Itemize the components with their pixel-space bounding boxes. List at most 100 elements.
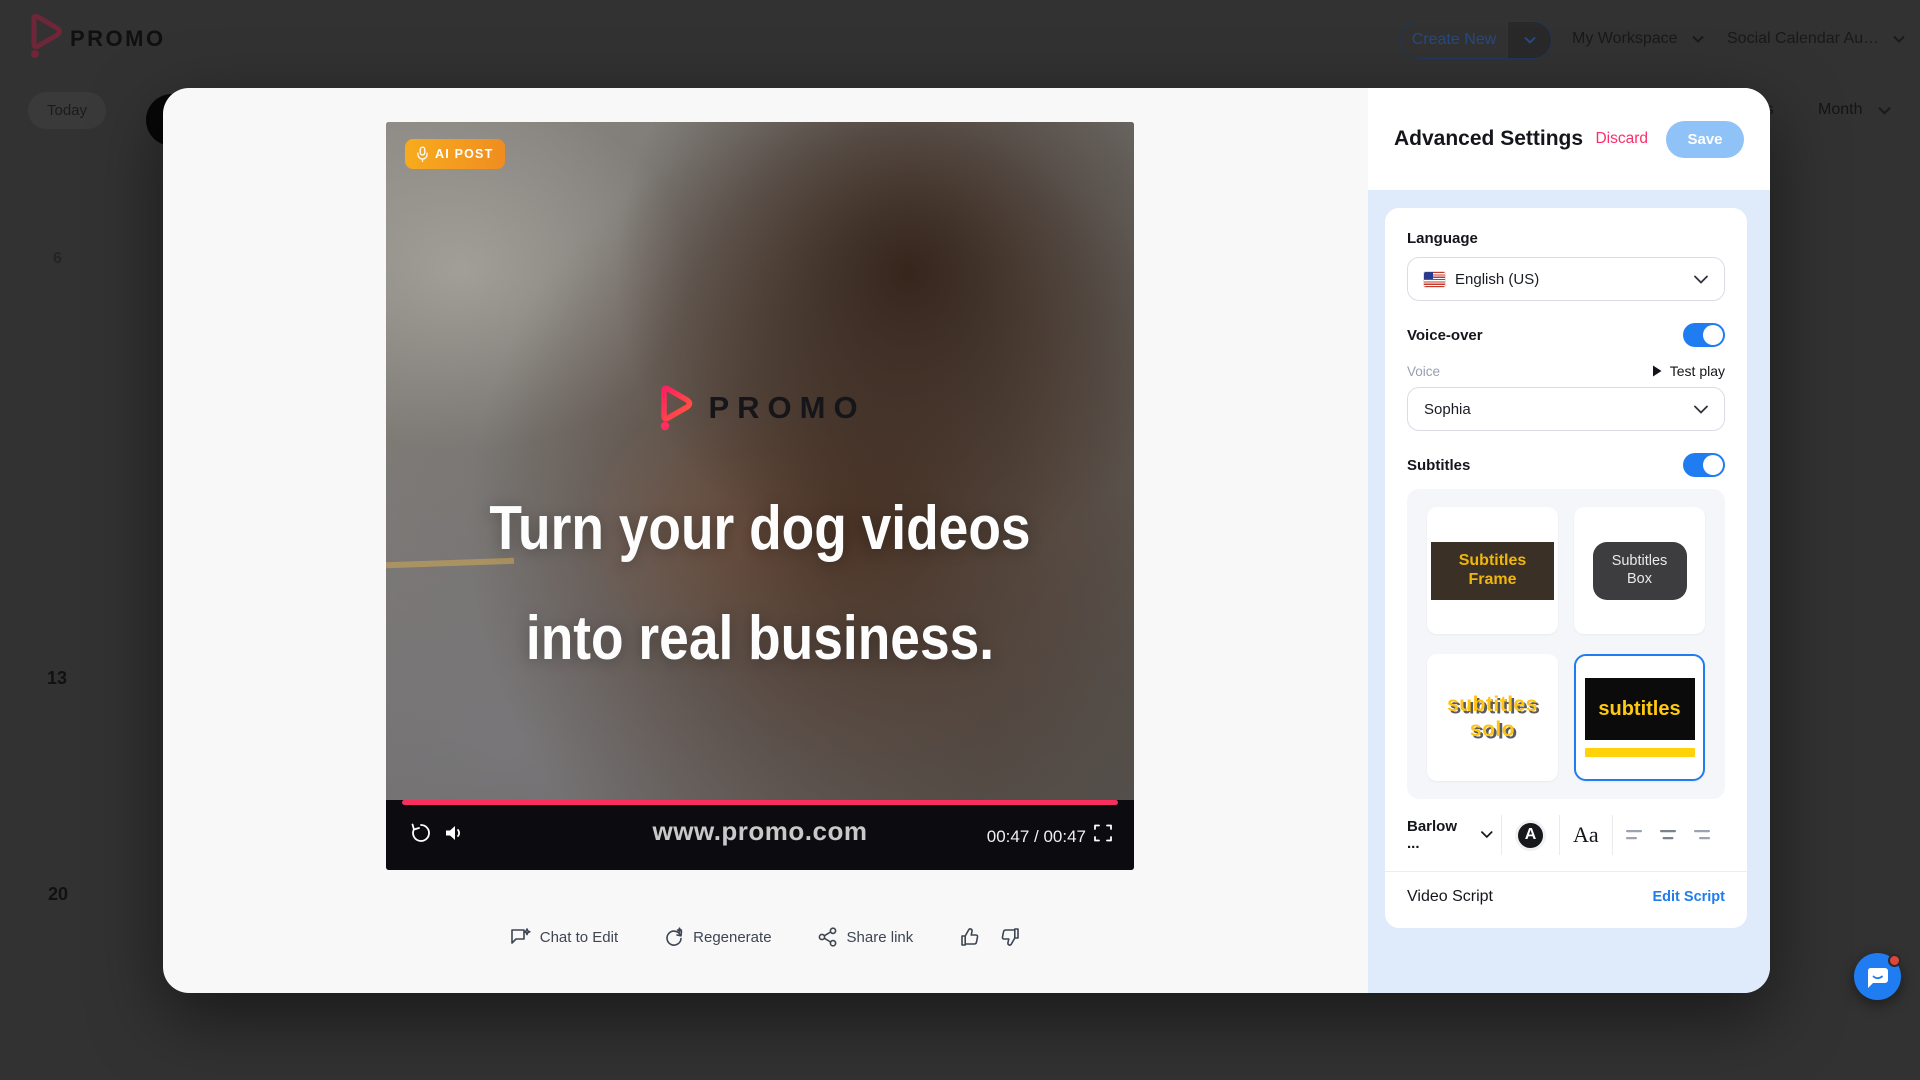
chat-edit-icon: [510, 927, 531, 947]
chat-to-edit-label: Chat to Edit: [540, 929, 618, 946]
font-color-button[interactable]: A: [1515, 820, 1546, 851]
promo-logo-icon: [24, 13, 64, 59]
style-label: subtitles: [1447, 693, 1538, 717]
workspace-dropdown[interactable]: My Workspace: [1572, 30, 1704, 48]
video-player[interactable]: AI POST PROMO Turn your dog videos into …: [386, 122, 1134, 870]
project-label: Social Calendar Au…: [1727, 30, 1879, 48]
advanced-settings-panel: Advanced Settings Discard Save Language …: [1368, 88, 1770, 993]
subtitles-toggle[interactable]: [1683, 453, 1725, 477]
subtitle-style-frame[interactable]: Subtitles Frame: [1427, 507, 1558, 634]
font-color-glyph: A: [1525, 826, 1537, 844]
project-dropdown[interactable]: Social Calendar Au…: [1727, 30, 1905, 48]
promo-watermark: PROMO: [386, 384, 1134, 432]
divider: [1612, 815, 1613, 855]
chevron-down-icon: [1692, 35, 1704, 43]
chevron-down-icon: [1481, 831, 1493, 839]
subtitles-label: Subtitles: [1407, 457, 1470, 474]
promo-watermark-text: PROMO: [708, 390, 865, 426]
calendar-day-13: 13: [47, 668, 67, 689]
video-script-label: Video Script: [1407, 888, 1493, 906]
test-play-button[interactable]: Test play: [1652, 363, 1725, 379]
regenerate-icon: [664, 927, 684, 947]
chat-to-edit-button[interactable]: Chat to Edit: [510, 927, 618, 947]
promo-watermark-icon: [654, 384, 694, 432]
language-value: English (US): [1455, 271, 1684, 288]
voice-label: Voice: [1407, 364, 1440, 379]
subtitle-box-preview: Subtitles Box: [1593, 542, 1687, 600]
app: PROMO Create New My Workspace Social Cal…: [0, 0, 1920, 1080]
style-label: Subtitles: [1459, 552, 1527, 571]
save-button[interactable]: Save: [1666, 121, 1744, 158]
share-link-button[interactable]: Share link: [818, 927, 914, 947]
subtitle-style-box[interactable]: Subtitles Box: [1574, 507, 1705, 634]
voiceover-label: Voice-over: [1407, 327, 1483, 344]
style-label: Frame: [1468, 571, 1516, 590]
ai-post-label: AI POST: [435, 147, 493, 161]
fullscreen-icon[interactable]: [1094, 824, 1112, 842]
test-play-label: Test play: [1670, 363, 1725, 379]
toggle-knob: [1703, 325, 1723, 345]
divider: [1385, 871, 1747, 872]
regenerate-label: Regenerate: [693, 929, 771, 946]
logo-wordmark: PROMO: [70, 26, 166, 52]
thumbs-down-icon[interactable]: [999, 926, 1021, 948]
language-select[interactable]: English (US): [1407, 257, 1725, 301]
video-headline: Turn your dog videos into real business.: [454, 474, 1066, 694]
video-script-row: Video Script Edit Script: [1407, 888, 1725, 906]
us-flag-icon: [1424, 272, 1445, 287]
notification-dot: [1888, 954, 1901, 967]
style-label: Box: [1627, 571, 1652, 589]
thumbs-up-icon[interactable]: [959, 926, 981, 948]
discard-button[interactable]: Discard: [1595, 130, 1648, 148]
chevron-down-icon: [1893, 35, 1905, 43]
video-preview-modal: AI POST PROMO Turn your dog videos into …: [163, 88, 1770, 993]
create-new-label: Create New: [1401, 31, 1507, 49]
chevron-down-icon: [1878, 106, 1891, 115]
voice-value: Sophia: [1424, 401, 1684, 418]
divider: [1559, 815, 1560, 855]
chevron-down-icon: [1694, 405, 1708, 414]
share-link-label: Share link: [847, 929, 914, 946]
create-new-chevron[interactable]: [1507, 22, 1551, 58]
voice-select[interactable]: Sophia: [1407, 387, 1725, 431]
align-right-button[interactable]: [1690, 827, 1710, 843]
create-new-button[interactable]: Create New: [1400, 21, 1552, 59]
today-label: Today: [47, 102, 87, 119]
settings-card: Language English (US) Voice-over Voice: [1385, 208, 1747, 928]
video-control-bar: www.promo.com 00:47 / 00:47: [386, 800, 1134, 870]
divider: [1501, 815, 1502, 855]
language-label: Language: [1407, 230, 1725, 247]
ai-post-badge: AI POST: [405, 139, 505, 169]
subtitle-style-grid: Subtitles Frame Subtitles Box subtitles: [1407, 489, 1725, 799]
workspace-label: My Workspace: [1572, 30, 1678, 48]
align-left-button[interactable]: [1626, 827, 1646, 843]
regenerate-button[interactable]: Regenerate: [664, 927, 771, 947]
headline-line-1: Turn your dog videos: [454, 474, 1066, 584]
microphone-icon: [417, 146, 428, 162]
font-size-glyph: Aa: [1573, 822, 1599, 847]
share-icon: [818, 927, 838, 947]
video-thumbnail-dog: AI POST PROMO Turn your dog videos into …: [386, 122, 1134, 800]
style-label: subtitles: [1598, 698, 1680, 721]
today-button[interactable]: Today: [28, 92, 106, 129]
style-label: Subtitles: [1612, 553, 1668, 571]
calendar-day-20: 20: [48, 884, 68, 905]
calendar-day-6: 6: [53, 250, 62, 268]
font-size-button[interactable]: Aa: [1573, 822, 1599, 848]
style-label: solo: [1447, 718, 1538, 742]
subtitle-style-underline-selected[interactable]: subtitles: [1574, 654, 1705, 781]
subtitle-underline-bar: [1585, 748, 1695, 757]
month-dropdown[interactable]: Month: [1818, 101, 1891, 119]
align-center-button[interactable]: [1658, 827, 1678, 843]
panel-title: Advanced Settings: [1394, 127, 1595, 151]
font-family-select[interactable]: Barlow ...: [1407, 818, 1493, 852]
voiceover-toggle[interactable]: [1683, 323, 1725, 347]
progress-bar[interactable]: [402, 800, 1118, 805]
edit-script-link[interactable]: Edit Script: [1652, 889, 1725, 905]
headline-line-2: into real business.: [454, 584, 1066, 694]
subtitle-style-solo[interactable]: subtitles solo: [1427, 654, 1558, 781]
chat-bubble-icon: [1865, 965, 1890, 989]
month-label: Month: [1818, 101, 1862, 119]
toggle-knob: [1703, 455, 1723, 475]
video-time: 00:47 / 00:47: [987, 827, 1086, 847]
